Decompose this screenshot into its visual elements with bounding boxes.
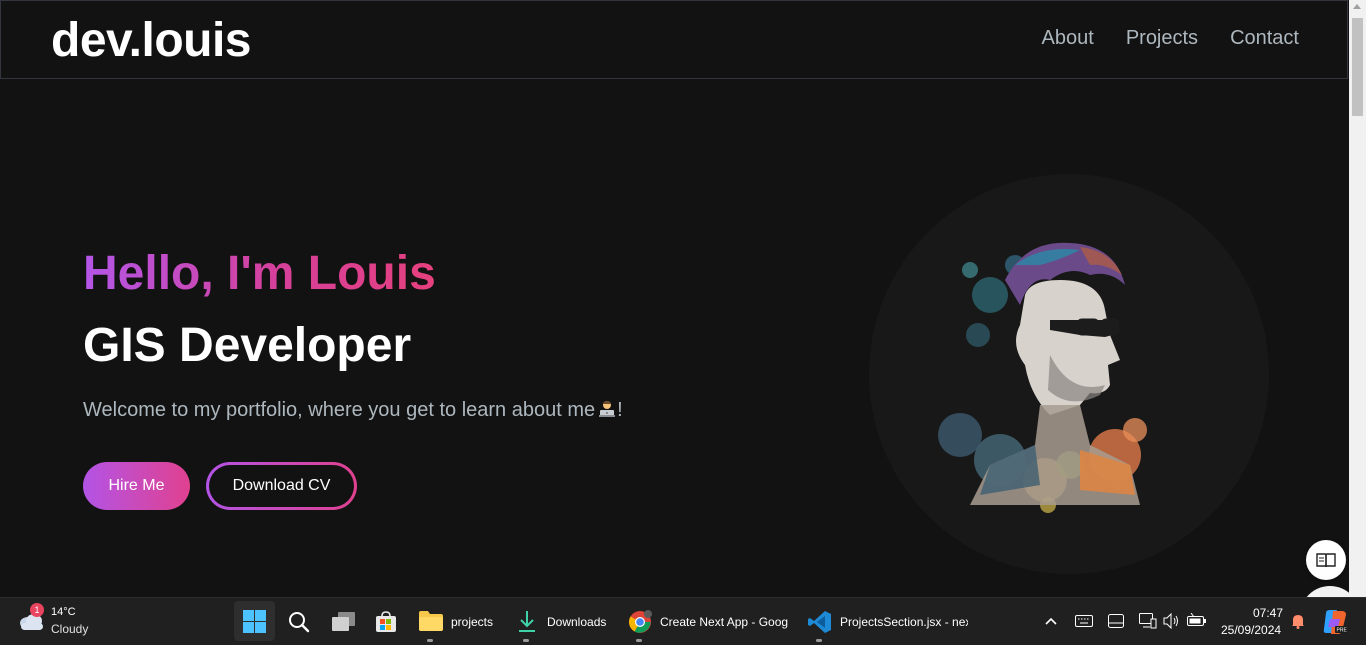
taskbar-app-label-downloads[interactable]: Downloads [547, 615, 606, 629]
navbar: dev.louis About Projects Contact [0, 0, 1348, 79]
svg-text:PRE: PRE [1337, 628, 1348, 634]
app-running-indicator [636, 639, 642, 642]
taskbar-app-label-projects[interactable]: projects [451, 615, 493, 629]
clock-time[interactable]: 07:47 [1253, 606, 1283, 620]
copilot-icon[interactable]: PRE [1322, 609, 1348, 635]
hero-description-suffix: ! [617, 399, 623, 421]
windows-taskbar: 1 14°C Cloudy projects Downloads Create … [0, 597, 1366, 645]
site-logo[interactable]: dev.louis [51, 13, 252, 68]
app-running-indicator [427, 639, 433, 642]
nav-link-contact[interactable]: Contact [1230, 27, 1299, 50]
nav-links: About Projects Contact [1042, 27, 1299, 50]
volume-icon[interactable] [1163, 613, 1181, 629]
chevron-up-icon[interactable] [1045, 617, 1057, 625]
battery-icon[interactable] [1187, 613, 1207, 627]
network-icon[interactable] [1139, 613, 1157, 629]
taskbar-app-label-chrome[interactable]: Create Next App - Goog [660, 615, 788, 629]
immersive-reader-button[interactable] [1306, 540, 1346, 580]
taskbar-app-label-vscode[interactable]: ProjectsSection.jsx - nex [840, 615, 968, 629]
touchpad-icon[interactable] [1108, 614, 1124, 628]
start-button[interactable] [234, 601, 275, 641]
task-view-icon[interactable] [332, 612, 356, 632]
file-explorer-folder-icon[interactable] [419, 611, 443, 631]
hero-description: Welcome to my portfolio, where you get t… [83, 399, 623, 422]
weather-temperature[interactable]: 14°C [51, 606, 76, 618]
notification-bell-icon[interactable] [1291, 613, 1305, 629]
microsoft-store-icon[interactable] [375, 611, 397, 633]
nav-link-about[interactable]: About [1042, 27, 1094, 50]
keyboard-icon[interactable] [1075, 615, 1093, 627]
hire-me-button[interactable]: Hire Me [83, 462, 190, 510]
technologist-emoji-icon [599, 401, 616, 417]
windows-logo-icon [243, 610, 266, 633]
page-scrollbar[interactable] [1349, 0, 1366, 597]
download-cv-label: Download CV [209, 465, 354, 507]
download-arrow-icon[interactable] [517, 610, 537, 634]
vscode-icon[interactable] [808, 610, 832, 634]
download-cv-button[interactable]: Download CV [206, 462, 357, 510]
weather-condition[interactable]: Cloudy [51, 622, 88, 636]
nav-link-projects[interactable]: Projects [1126, 27, 1198, 50]
hero-greeting: Hello, I'm Louis [83, 247, 436, 300]
search-icon[interactable] [288, 611, 310, 633]
weather-notification-badge: 1 [30, 603, 44, 617]
scrollbar-thumb[interactable] [1352, 18, 1363, 116]
avatar-portrait-image [938, 242, 1147, 513]
clock-date[interactable]: 25/09/2024 [1221, 623, 1281, 637]
hero-description-text: Welcome to my portfolio, where you get t… [83, 399, 596, 421]
scroll-up-arrow-icon[interactable] [1353, 4, 1361, 9]
chrome-icon[interactable] [628, 610, 652, 634]
book-reader-icon [1316, 553, 1336, 568]
app-running-indicator [816, 639, 822, 642]
app-running-indicator [523, 639, 529, 642]
hero-role: GIS Developer [83, 319, 412, 372]
